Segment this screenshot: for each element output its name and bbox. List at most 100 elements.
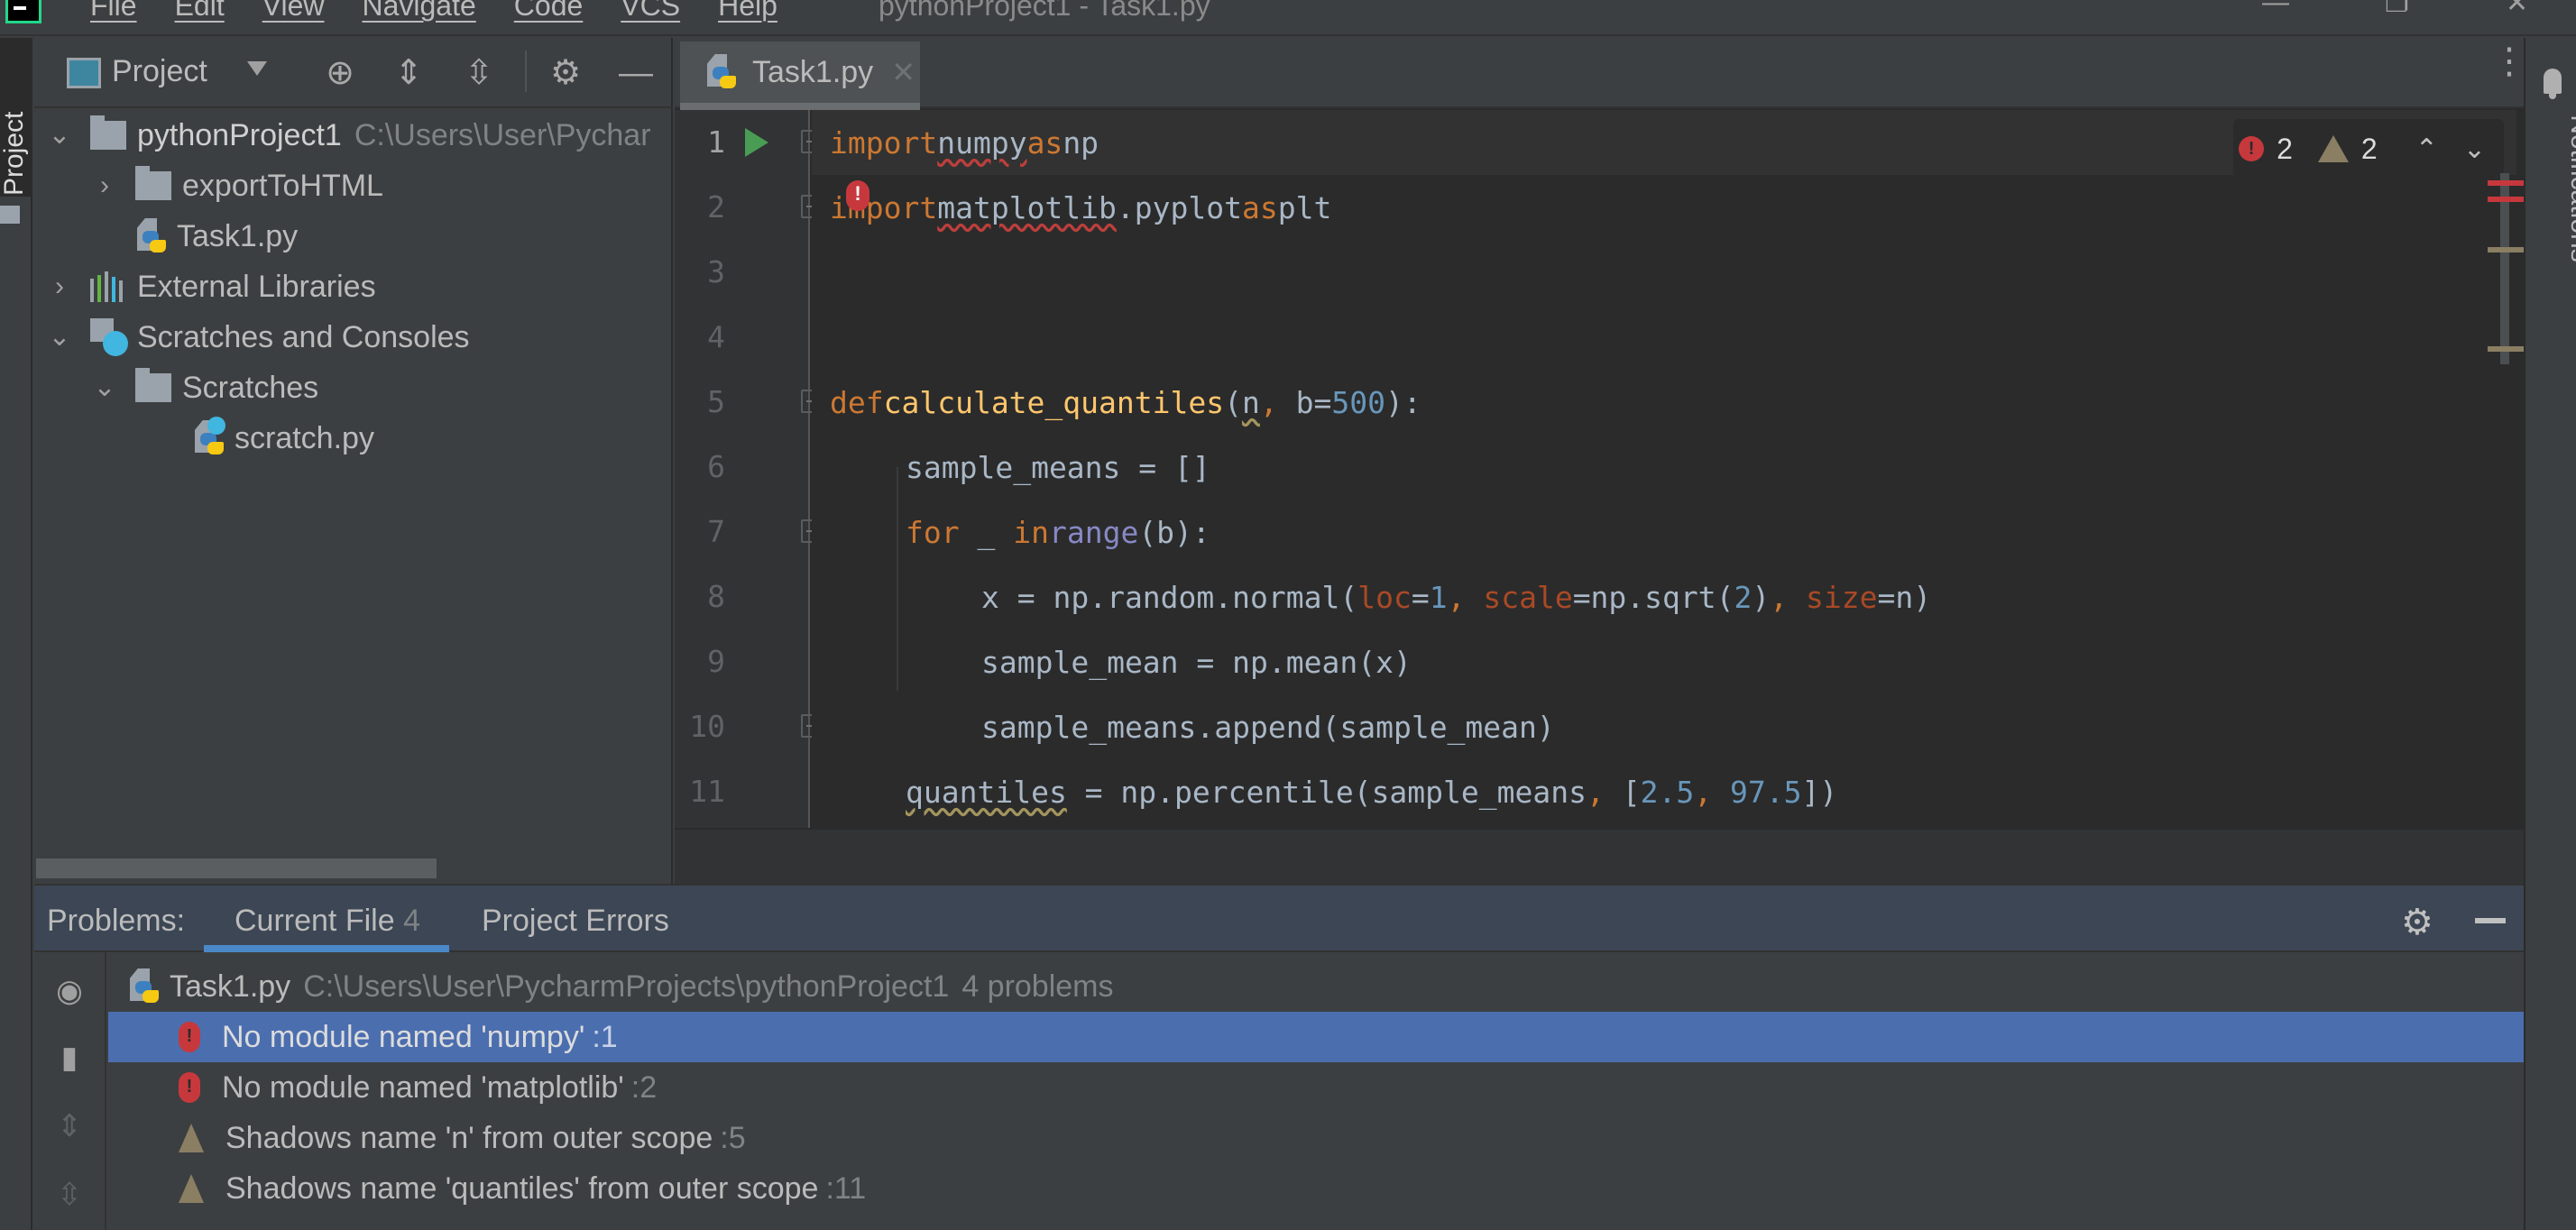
chevron-down-icon[interactable]: ⌄ — [92, 374, 117, 401]
problem-message: Shadows name 'quantiles' from outer scop… — [225, 1170, 819, 1206]
tree-item-exporttohtml[interactable]: › exportToHTML — [92, 161, 383, 211]
error-icon: ! — [2239, 136, 2265, 161]
line-number: 10 — [689, 709, 725, 744]
window-title: pythonProject1 - Task1.py — [879, 0, 1210, 22]
error-marker[interactable] — [2488, 180, 2524, 186]
project-tool-window-button[interactable]: Project — [0, 38, 31, 224]
project-horizontal-scrollbar[interactable] — [36, 858, 437, 878]
menu-bar: File Edit View Navigate Code VCS Help — [90, 0, 815, 23]
chevron-down-icon[interactable]: ⌄ — [47, 122, 72, 149]
line-number: 3 — [707, 254, 725, 289]
problem-file-path: C:\Users\User\PycharmProjects\pythonProj… — [303, 968, 950, 1004]
menu-file[interactable]: File — [90, 0, 137, 23]
minimize-window-button[interactable]: — — [2262, 0, 2289, 18]
tree-item-task1[interactable]: Task1.py — [135, 211, 298, 262]
error-marker[interactable] — [2488, 197, 2524, 202]
previous-problem-icon[interactable]: ⌃ — [2415, 133, 2438, 165]
problem-item[interactable]: ! No module named 'numpy' :1 — [108, 1012, 2524, 1062]
tree-item-path: C:\Users\User\Pychar — [354, 117, 651, 152]
python-file-icon — [705, 54, 741, 90]
folder-icon — [135, 166, 171, 200]
warning-marker[interactable] — [2488, 247, 2524, 252]
code-line-11: quantiles = np.percentile(sample_means, … — [906, 774, 1838, 810]
maximize-window-button[interactable]: ❐ — [2385, 0, 2409, 19]
minimize-icon[interactable]: — — [617, 54, 655, 92]
close-window-button[interactable]: ✕ — [2506, 0, 2528, 19]
menu-navigate[interactable]: Navigate — [362, 0, 475, 23]
expand-all-icon[interactable]: ⇕ — [390, 54, 428, 92]
project-panel: Project ⊕ ⇕ ⇳ ⚙ — ⌄ pythonProject1 C:\Us… — [34, 38, 673, 884]
collapse-all-icon[interactable]: ⇳ — [51, 1176, 88, 1214]
menu-code[interactable]: Code — [514, 0, 584, 23]
problem-item[interactable]: Shadows name 'quantiles' from outer scop… — [108, 1163, 2524, 1214]
collapse-all-icon[interactable]: ⇳ — [460, 54, 498, 92]
problem-location: :5 — [720, 1120, 746, 1155]
problem-message: No module named 'matplotlib' — [222, 1069, 624, 1105]
menu-edit[interactable]: Edit — [175, 0, 225, 23]
warning-icon — [179, 1124, 204, 1152]
problem-location: :2 — [630, 1069, 658, 1105]
inspection-widget[interactable]: ! 2 2 ⌃ ⌄ — [2233, 119, 2504, 179]
toolbar-separator — [525, 50, 527, 92]
line-number: 5 — [707, 384, 725, 419]
problem-message: No module named 'numpy' — [222, 1019, 585, 1054]
expand-all-icon[interactable]: ⇕ — [51, 1107, 88, 1145]
tab-task1-py[interactable]: Task1.py ✕ — [680, 41, 920, 110]
tab-current-file[interactable]: Current File 4 — [235, 904, 420, 939]
line-number: 11 — [689, 774, 725, 809]
tab-project-errors[interactable]: Project Errors — [482, 904, 669, 939]
problem-location: :11 — [825, 1170, 867, 1206]
editor-tab-bar: Task1.py ✕ ⋮ — [675, 38, 2527, 110]
menu-view[interactable]: View — [262, 0, 325, 23]
locate-icon[interactable]: ⊕ — [321, 54, 359, 92]
error-count: 2 — [2277, 132, 2293, 165]
folder-icon — [90, 115, 126, 150]
gear-icon[interactable]: ⚙ — [547, 54, 584, 92]
gear-icon[interactable]: ⚙ — [2401, 902, 2433, 943]
problem-item[interactable]: Shadows name 'n' from outer scope :5 — [108, 1113, 2524, 1163]
pycharm-logo-icon — [5, 0, 41, 23]
problem-file-node[interactable]: Task1.py C:\Users\User\PycharmProjects\p… — [108, 961, 1114, 1012]
code-area[interactable]: import numpy as np import matplotlib .pyp… — [812, 110, 2524, 866]
project-view-icon — [67, 58, 101, 88]
tree-item-label: Scratches and Consoles — [137, 319, 470, 354]
next-problem-icon[interactable]: ⌄ — [2463, 133, 2486, 165]
tree-item-pythonproject1[interactable]: ⌄ pythonProject1 C:\Users\User\Pychar — [47, 110, 651, 161]
run-icon[interactable] — [745, 128, 768, 157]
menu-help[interactable]: Help — [718, 0, 777, 23]
tree-item-label: Scratches — [182, 370, 319, 405]
tree-item-label: pythonProject1 — [137, 117, 342, 152]
warning-icon — [2317, 135, 2349, 162]
tree-item-label: Task1.py — [177, 218, 299, 253]
tree-item-label: exportToHTML — [182, 168, 383, 203]
tree-item-scratches-and-consoles[interactable]: ⌄ Scratches and Consoles — [47, 312, 470, 363]
tree-item-external-libraries[interactable]: › External Libraries — [47, 262, 376, 312]
notifications-tool-window-button[interactable]: Notifications — [2564, 98, 2576, 279]
warning-marker[interactable] — [2488, 346, 2524, 352]
line-number: 8 — [707, 579, 725, 614]
more-vertical-icon[interactable]: ⋮ — [2491, 43, 2527, 79]
tree-item-scratches[interactable]: ⌄ Scratches — [92, 363, 318, 413]
tree-item-scratch-py[interactable]: scratch.py — [193, 413, 374, 464]
chevron-down-icon[interactable]: ⌄ — [47, 324, 72, 351]
eye-icon[interactable]: ◉ — [51, 972, 88, 1010]
title-bar: File Edit View Navigate Code VCS Help py… — [0, 0, 2576, 36]
chevron-right-icon[interactable]: › — [92, 172, 117, 199]
close-tab-icon[interactable]: ✕ — [891, 55, 915, 89]
project-view-title[interactable]: Project — [112, 54, 207, 89]
editor: Task1.py ✕ ⋮ 1 2 3 4 5 6 7 8 9 10 11 imp… — [675, 38, 2527, 884]
error-intention-bulb-icon[interactable]: ! — [846, 180, 869, 211]
warning-count: 2 — [2360, 132, 2378, 165]
code-line-8: x = np.random.normal(loc = 1, scale =np.sqr… — [981, 579, 1932, 615]
preview-icon[interactable]: ▮ — [51, 1039, 88, 1077]
line-number: 9 — [707, 644, 725, 679]
chevron-right-icon[interactable]: › — [47, 273, 72, 300]
problem-message: Shadows name 'n' from outer scope — [225, 1120, 713, 1155]
chevron-down-icon[interactable] — [247, 61, 267, 76]
code-line-6: sample_means = [] — [906, 449, 1210, 485]
menu-vcs[interactable]: VCS — [621, 0, 680, 23]
bell-icon[interactable] — [2544, 69, 2562, 99]
problem-item[interactable]: ! No module named 'matplotlib' :2 — [108, 1062, 2524, 1113]
folder-icon — [0, 206, 20, 224]
minimize-icon[interactable] — [2475, 918, 2506, 923]
